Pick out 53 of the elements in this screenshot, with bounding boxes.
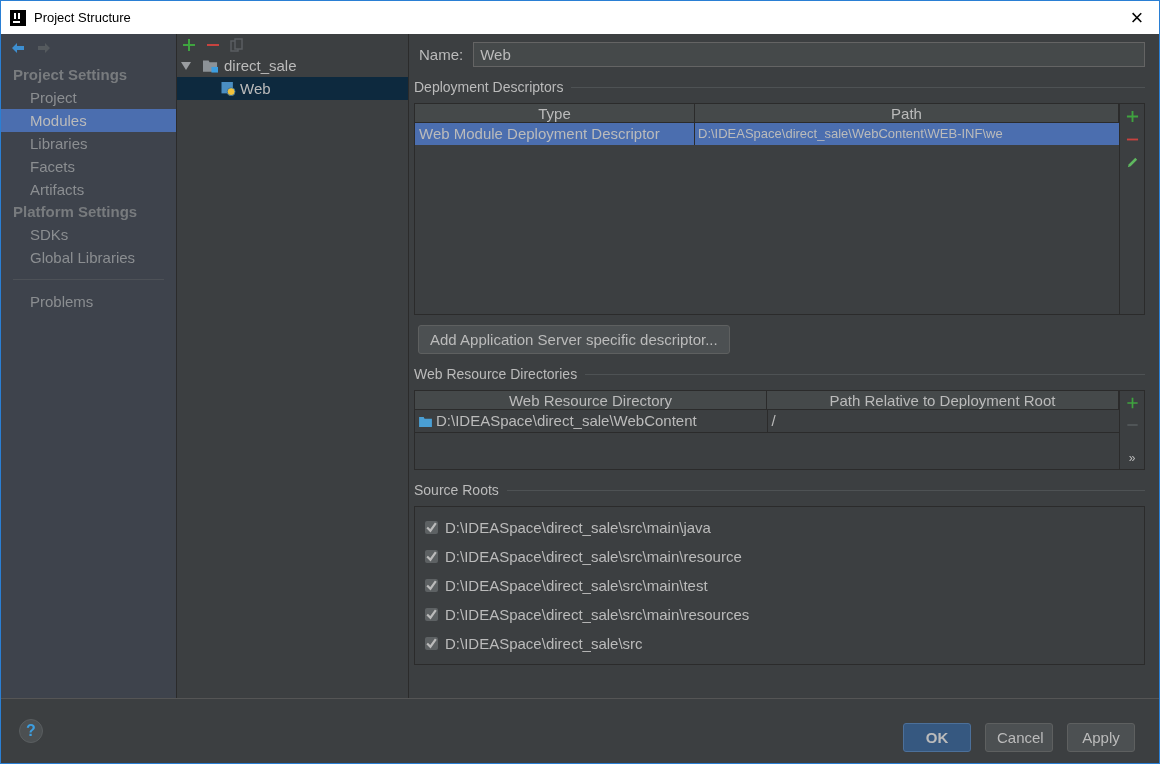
- source-root-label: D:\IDEASpace\direct_sale\src\main\java: [445, 519, 711, 536]
- source-root-label: D:\IDEASpace\direct_sale\src: [445, 635, 643, 652]
- sidebar-group-title: Platform Settings: [12, 202, 139, 222]
- sidebar-item[interactable]: Libraries: [1, 132, 176, 155]
- more-button[interactable]: »: [1128, 451, 1136, 465]
- source-root-label: D:\IDEASpace\direct_sale\src\main\test: [445, 577, 708, 594]
- sidebar-item[interactable]: Global Libraries: [1, 246, 176, 269]
- sidebar-item[interactable]: Facets: [1, 155, 176, 178]
- table-row[interactable]: D:\IDEASpace\direct_sale\WebContent /: [415, 410, 1119, 433]
- dialog-button[interactable]: Cancel: [985, 722, 1053, 752]
- tree-item[interactable]: Web: [240, 80, 271, 97]
- add-icon[interactable]: [1125, 397, 1139, 409]
- directory-path: D:\IDEASpace\direct_sale\WebContent: [436, 411, 697, 431]
- column-header: Web Resource Directory: [415, 391, 767, 410]
- checkbox[interactable]: [425, 579, 438, 592]
- close-button[interactable]: ×: [1115, 1, 1159, 34]
- app-logo-icon: [10, 9, 26, 26]
- table-cell-text: D:\IDEASpace\direct_sale\WebContent\WEB-INF\we: [697, 125, 1004, 143]
- checkbox[interactable]: [425, 608, 438, 621]
- section-title: Deployment Descriptors: [414, 79, 564, 95]
- checkbox[interactable]: [425, 521, 438, 534]
- add-icon[interactable]: [1125, 110, 1139, 123]
- module-folder-icon: [203, 58, 218, 73]
- expand-arrow-icon[interactable]: [181, 60, 191, 71]
- back-arrow-icon[interactable]: [11, 42, 25, 54]
- source-root-label: D:\IDEASpace\direct_sale\src\main\resources: [445, 606, 750, 623]
- name-field[interactable]: Web: [473, 42, 1145, 67]
- dialog-button[interactable]: Apply: [1067, 722, 1135, 752]
- table-cell: Web Module Deployment Descriptor: [415, 123, 695, 145]
- help-button[interactable]: ?: [19, 719, 43, 743]
- checkbox[interactable]: [425, 637, 438, 650]
- pencil-icon[interactable]: [1125, 156, 1139, 169]
- sidebar-item[interactable]: Project: [1, 86, 176, 109]
- add-icon[interactable]: [182, 38, 196, 52]
- sidebar-item[interactable]: Artifacts: [1, 178, 176, 201]
- column-header: Path Relative to Deployment Root: [767, 391, 1119, 410]
- section-title: Web Resource Directories: [414, 366, 578, 382]
- sidebar-item[interactable]: Modules: [1, 109, 176, 132]
- ok-button[interactable]: OK: [903, 722, 971, 752]
- folder-icon: [419, 415, 432, 427]
- checkbox[interactable]: [425, 550, 438, 563]
- source-root-label: D:\IDEASpace\direct_sale\src\main\resource: [445, 548, 742, 565]
- tree-item[interactable]: direct_sale: [224, 57, 297, 74]
- section-title: Source Roots: [414, 482, 499, 498]
- web-module-icon: [221, 81, 236, 96]
- table-row[interactable]: Web Module Deployment Descriptor D:\IDEASpace\direct_sale\WebContent\WEB-INF\we: [415, 123, 1119, 145]
- sidebar-item[interactable]: Problems: [1, 290, 176, 313]
- sidebar-item[interactable]: SDKs: [1, 223, 176, 246]
- add-descriptor-button[interactable]: Add Application Server specific descriptor...: [418, 325, 730, 354]
- name-label: Name:: [419, 46, 464, 63]
- window-title: Project Structure: [34, 10, 132, 25]
- sidebar-group-title: Project Settings: [12, 65, 129, 85]
- table-cell-text: /: [770, 411, 777, 431]
